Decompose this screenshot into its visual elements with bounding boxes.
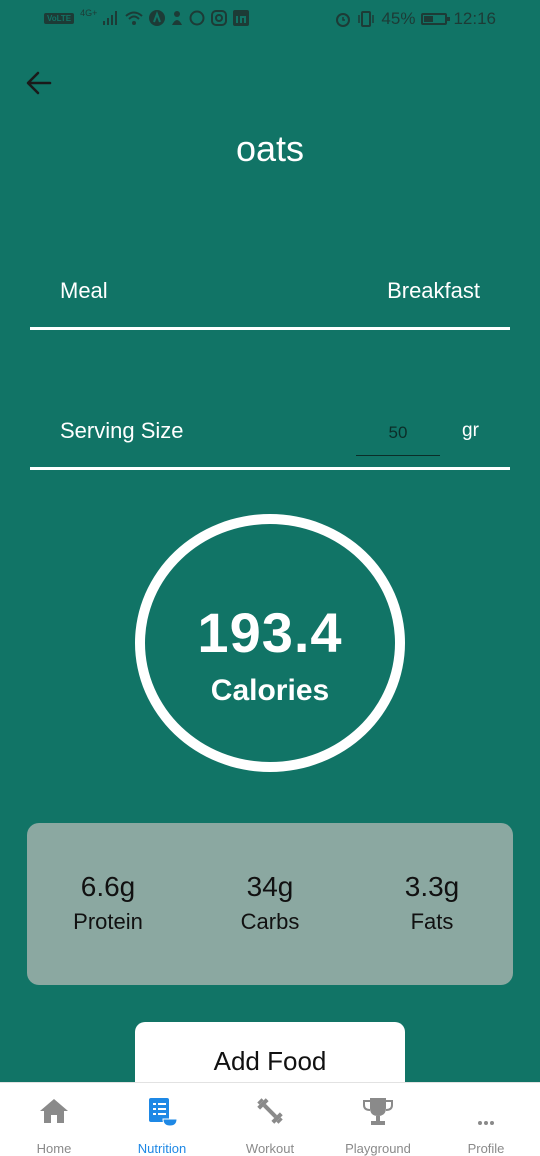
clock-time: 12:16 [453,9,496,28]
trophy-icon [363,1098,393,1125]
nav-label-profile: Profile [467,1141,505,1156]
meal-label: Meal [60,278,108,303]
app-a-icon [149,10,166,26]
macro-fats: 3.3g Fats [357,871,507,935]
linkedin-icon [233,10,250,26]
nav-item-profile[interactable]: Profile [432,1083,540,1156]
bottom-nav: Home Nutrition Workout Playground Profil… [0,1082,540,1156]
meal-selector[interactable]: Breakfast [387,278,480,304]
instagram-icon [211,10,228,26]
meal-row: Meal Breakfast [30,250,510,330]
more-icon [478,1121,494,1125]
nav-label-home: Home [36,1141,72,1156]
macro-carbs: 34g Carbs [195,871,345,935]
notification-icon [172,11,183,25]
alarm-icon [336,13,351,27]
arrow-left-icon [26,71,52,95]
nav-label-workout: Workout [245,1141,295,1156]
network-type: 4G+ [80,8,98,18]
nav-item-nutrition[interactable]: Nutrition [108,1083,216,1156]
macro-amount: 34g [246,871,294,902]
serving-size-input[interactable] [356,410,440,456]
nav-item-playground[interactable]: Playground [324,1083,432,1156]
nav-item-workout[interactable]: Workout [216,1083,324,1156]
whatsapp-icon [189,10,205,26]
nav-label-nutrition: Nutrition [137,1141,187,1156]
back-button[interactable] [22,66,56,100]
macro-name: Protein [73,909,143,934]
signal-icon [103,11,118,25]
macro-amount: 6.6g [80,871,136,902]
volte-badge: VoLTE [44,12,75,24]
status-left-icons: VoLTE 4G+ [44,8,250,26]
battery-percent: 45% [381,9,416,28]
serving-size-row: Serving Size gr [30,390,510,470]
wifi-icon [125,11,144,25]
status-bar: VoLTE 4G+ 45% 12:16 [0,0,540,40]
calorie-value: 193.4 [197,601,343,664]
macro-card: 6.6g Protein 34g Carbs 3.3g Fats [27,823,513,985]
page-title: oats [235,128,305,169]
dumbbell-icon [257,1098,283,1124]
home-icon [40,1099,68,1123]
macro-protein: 6.6g Protein [33,871,183,935]
battery-icon [421,13,451,25]
calorie-label: Calories [210,674,330,707]
serving-unit: gr [462,420,479,441]
macro-name: Fats [410,909,454,934]
status-right-icons: 45% 12:16 [335,9,496,29]
macro-name: Carbs [240,909,300,934]
vibrate-icon [358,11,375,27]
nav-label-playground: Playground [345,1141,411,1156]
nav-item-home[interactable]: Home [0,1083,108,1156]
serving-size-label: Serving Size [60,418,184,443]
nutrition-icon [149,1098,178,1127]
macro-amount: 3.3g [404,871,460,902]
